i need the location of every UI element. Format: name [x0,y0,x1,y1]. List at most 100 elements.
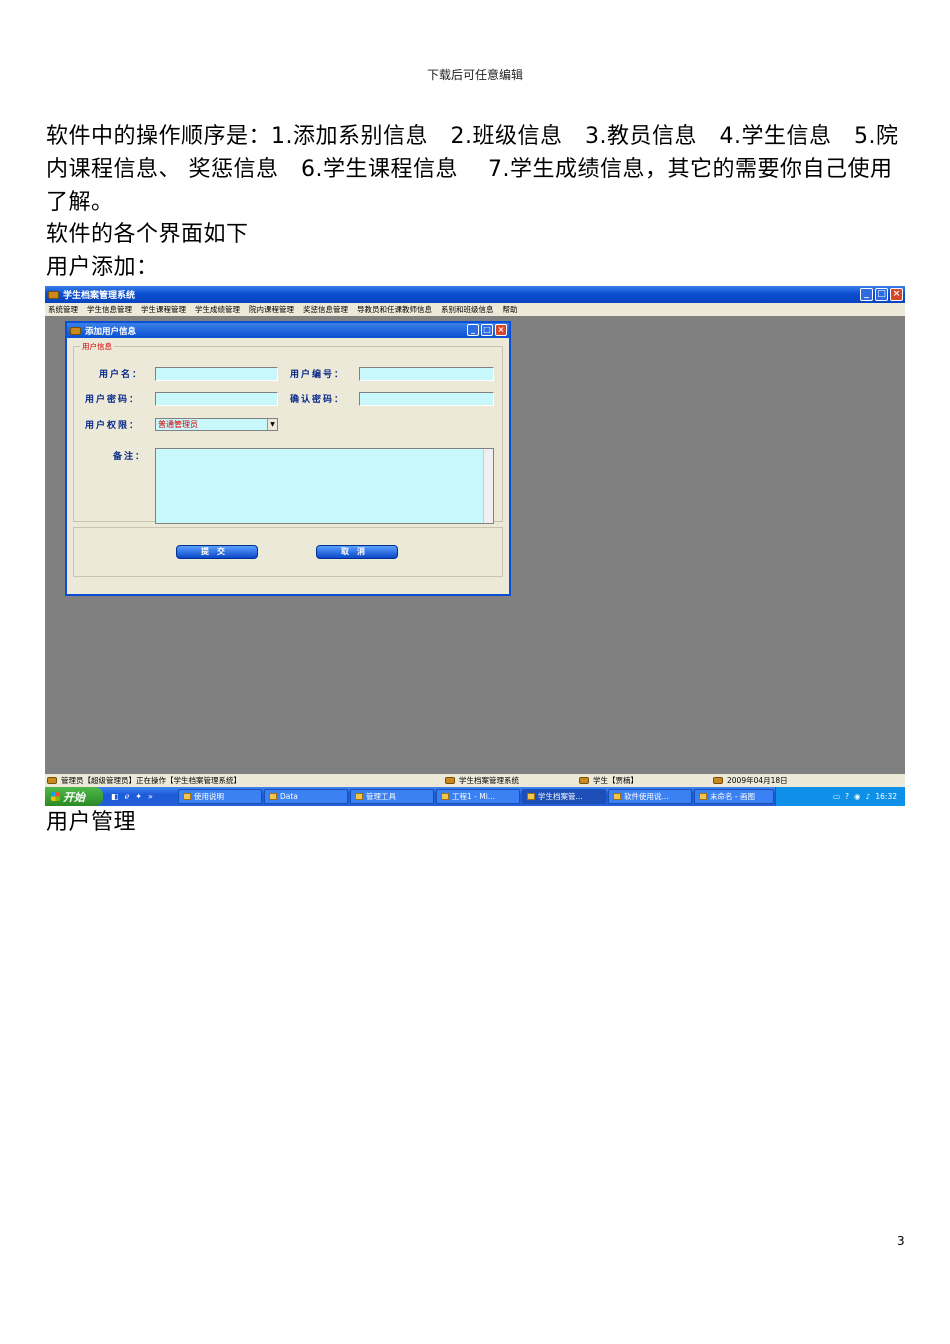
app-icon [527,793,535,800]
paint-icon [699,793,707,800]
menu-item-student-course[interactable]: 学生课程管理 [141,304,186,315]
status-panel-system: 学生档案管理系统 [445,775,519,786]
expand-icon[interactable]: » [148,792,153,801]
status-system: 学生档案管理系统 [459,776,519,785]
task-label: Data [280,792,298,801]
task-label: 管理工具 [366,792,396,801]
app-icon [48,290,59,299]
status-student: 学生【贾楠】 [593,776,638,785]
menu-item-student-score[interactable]: 学生成绩管理 [195,304,240,315]
menubar: 系统管理 学生信息管理 学生课程管理 学生成绩管理 院内课程管理 奖惩信息管理 … [45,303,905,316]
app-title: 学生档案管理系统 [63,291,136,301]
clock[interactable]: 16:32 [875,792,897,801]
group-label: 用户信息 [80,341,114,352]
confirm-password-label: 确认密码： [290,395,346,405]
user-add-heading: 用户添加： [46,255,159,280]
tools-icon [355,793,363,800]
task-label: 工程1 - Mi... [452,792,495,801]
vb-icon [441,793,449,800]
keyboard-icon[interactable]: ▭ [833,792,840,801]
minimize-button[interactable]: _ [860,288,873,301]
status-panel-student: 学生【贾楠】 [579,775,638,786]
menu-item-teacher[interactable]: 导教员和任课教师信息 [357,304,432,315]
add-user-dialog: 添加用户信息 _ □ × 用户信息 用户名： 用户编号： 用户密码： 确认密码：… [65,321,511,596]
button-group: 提交 取消 [73,527,503,577]
status-icon [579,777,589,784]
remark-scrollbar[interactable] [483,449,493,523]
dialog-title: 添加用户信息 [85,326,137,337]
menu-item-course[interactable]: 院内课程管理 [249,304,294,315]
permission-select[interactable]: 普通管理员 ▼ [155,418,278,431]
status-panel-date: 2009年04月18日 [713,775,788,786]
confirm-password-input[interactable] [359,392,494,406]
word-icon [613,793,621,800]
submit-button[interactable]: 提交 [176,545,258,559]
dialog-minimize-button[interactable]: _ [467,324,479,336]
task-label: 使用说明 [194,792,224,801]
dialog-titlebar: 添加用户信息 _ □ × [67,323,509,338]
user-id-input[interactable] [359,367,494,381]
dialog-close-button[interactable]: × [495,324,507,336]
password-label: 用户密码： [85,395,141,405]
user-manage-heading: 用户管理 [46,810,137,835]
username-label: 用户名： [99,370,144,380]
menu-item-system[interactable]: 系统管理 [48,304,78,315]
permission-value: 普通管理员 [158,420,198,429]
page-number: 3 [897,1234,905,1248]
messenger-icon[interactable]: ✦ [135,792,142,801]
system-tray: ▭ ? ◉ ♪ 16:32 [775,787,905,806]
browser-icon[interactable]: ℯ [125,792,130,801]
windows-logo-icon [51,792,60,801]
task-item[interactable]: Data [264,789,348,804]
task-label: 软件使用说... [624,792,669,801]
task-item[interactable]: 工程1 - Mi... [436,789,520,804]
window-controls: _ □ × [860,288,903,301]
status-bar: 管理员【超级管理员】正在操作【学生档案管理系统】 学生档案管理系统 学生【贾楠】… [45,774,905,787]
user-id-label: 用户编号： [290,370,346,380]
task-label: 未命名 - 画图 [710,792,755,801]
remark-label: 备注： [113,452,147,462]
status-icon [47,777,57,784]
dialog-controls: _ □ × [467,324,507,336]
close-button[interactable]: × [890,288,903,301]
user-info-group: 用户信息 用户名： 用户编号： 用户密码： 确认密码： 用户权限： 普通管理员 … [73,341,503,524]
interfaces-heading: 软件的各个界面如下 [46,222,249,247]
network-icon[interactable]: ◉ [854,792,861,801]
permission-label: 用户权限： [85,421,141,431]
dialog-maximize-button[interactable]: □ [481,324,493,336]
task-item[interactable]: 未命名 - 画图 [694,789,774,804]
status-icon [713,777,723,784]
volume-icon[interactable]: ♪ [866,792,871,801]
password-input[interactable] [155,392,278,406]
folder-icon [269,793,277,800]
status-icon [445,777,455,784]
intro-paragraph: 软件中的操作顺序是：1.添加系别信息 2.班级信息 3.教员信息 4.学生信息 … [46,124,899,215]
menu-item-help[interactable]: 帮助 [503,304,518,315]
menu-item-department[interactable]: 系别和班级信息 [441,304,494,315]
app-screenshot: 学生档案管理系统 _ □ × 系统管理 学生信息管理 学生课程管理 学生成绩管理… [45,286,905,806]
menu-item-student-info[interactable]: 学生信息管理 [87,304,132,315]
taskbar: 开始 ◧ ℯ ✦ » 使用说明 Data 管理工具 工程1 - Mi... 学生… [45,787,905,806]
remark-textarea[interactable] [155,448,494,524]
task-item-active[interactable]: 学生档案管... [522,789,606,804]
menu-item-reward[interactable]: 奖惩信息管理 [303,304,348,315]
dialog-icon [70,326,81,335]
status-panel-operator: 管理员【超级管理员】正在操作【学生档案管理系统】 [47,775,241,786]
task-item[interactable]: 管理工具 [350,789,434,804]
chevron-down-icon[interactable]: ▼ [267,419,277,430]
app-titlebar: 学生档案管理系统 _ □ × [45,286,905,303]
task-item[interactable]: 使用说明 [178,789,262,804]
task-item[interactable]: 软件使用说... [608,789,692,804]
task-label: 学生档案管... [538,792,583,801]
page-header: 下载后可任意编辑 [426,68,523,82]
maximize-button[interactable]: □ [875,288,888,301]
start-button[interactable]: 开始 [45,787,103,806]
folder-icon [183,793,191,800]
quick-launch: ◧ ℯ ✦ » [103,792,161,801]
cancel-button[interactable]: 取消 [316,545,398,559]
desktop-icon[interactable]: ◧ [111,792,119,801]
help-icon[interactable]: ? [845,792,849,801]
status-date: 2009年04月18日 [727,776,788,785]
username-input[interactable] [155,367,278,381]
status-operator: 管理员【超级管理员】正在操作【学生档案管理系统】 [61,776,241,785]
